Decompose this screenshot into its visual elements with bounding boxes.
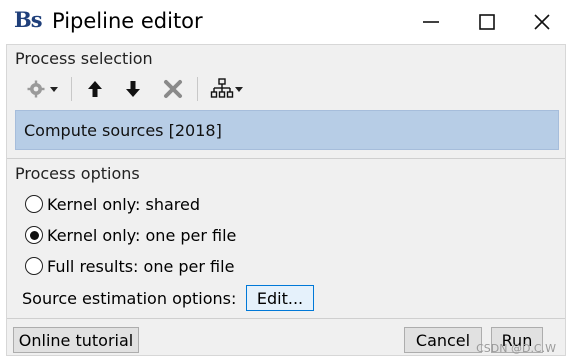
maximize-icon	[479, 14, 495, 30]
watermark: CSDN @D.C.W	[476, 342, 556, 355]
radio-label: Kernel only: one per file	[47, 225, 237, 245]
maximize-button[interactable]	[459, 0, 515, 44]
cancel-button[interactable]: Cancel	[404, 327, 482, 353]
process-selection-title: Process selection	[15, 49, 153, 68]
minimize-icon	[423, 21, 439, 23]
close-icon	[534, 14, 550, 30]
gear-icon	[27, 80, 45, 98]
radio-label: Full results: one per file	[47, 256, 235, 276]
process-item-label: Compute sources [2018]	[24, 120, 222, 140]
radio-button[interactable]	[25, 257, 43, 275]
window-title: Pipeline editor	[52, 9, 203, 33]
footer-divider	[7, 318, 565, 319]
move-up-button[interactable]	[79, 71, 111, 107]
title-bar: Bs Pipeline editor	[0, 0, 570, 44]
tree-icon	[210, 78, 234, 98]
process-options-title: Process options	[15, 164, 140, 183]
source-estimation-label: Source estimation options:	[22, 289, 237, 308]
section-divider	[7, 158, 565, 159]
radio-label: Kernel only: shared	[47, 194, 201, 214]
app-logo: Bs	[14, 7, 43, 32]
move-down-button[interactable]	[117, 71, 149, 107]
arrow-up-icon	[88, 81, 102, 97]
minimize-button[interactable]	[403, 0, 459, 44]
chevron-down-icon	[50, 87, 58, 92]
toolbar-divider	[71, 77, 72, 101]
toolbar	[15, 71, 555, 107]
radio-kernel-shared[interactable]: Kernel only: shared	[25, 192, 200, 216]
arrow-down-icon	[126, 81, 140, 97]
dialog-panel: Process selection Compute sources [2018]…	[6, 44, 566, 356]
radio-button[interactable]	[25, 226, 43, 244]
edit-button[interactable]: Edit...	[246, 285, 314, 311]
process-list-item[interactable]: Compute sources [2018]	[15, 110, 559, 150]
radio-selected-dot	[29, 230, 39, 240]
radio-full-results[interactable]: Full results: one per file	[25, 254, 234, 278]
delete-icon	[164, 80, 182, 98]
online-tutorial-button[interactable]: Online tutorial	[13, 327, 139, 353]
gear-dropdown-button[interactable]	[23, 71, 63, 107]
radio-kernel-per-file[interactable]: Kernel only: one per file	[25, 223, 236, 247]
close-button[interactable]	[514, 0, 570, 44]
delete-button[interactable]	[157, 71, 189, 107]
radio-button[interactable]	[25, 195, 43, 213]
pipeline-tree-button[interactable]	[205, 71, 249, 107]
toolbar-divider	[197, 77, 198, 101]
chevron-down-icon	[235, 87, 243, 92]
